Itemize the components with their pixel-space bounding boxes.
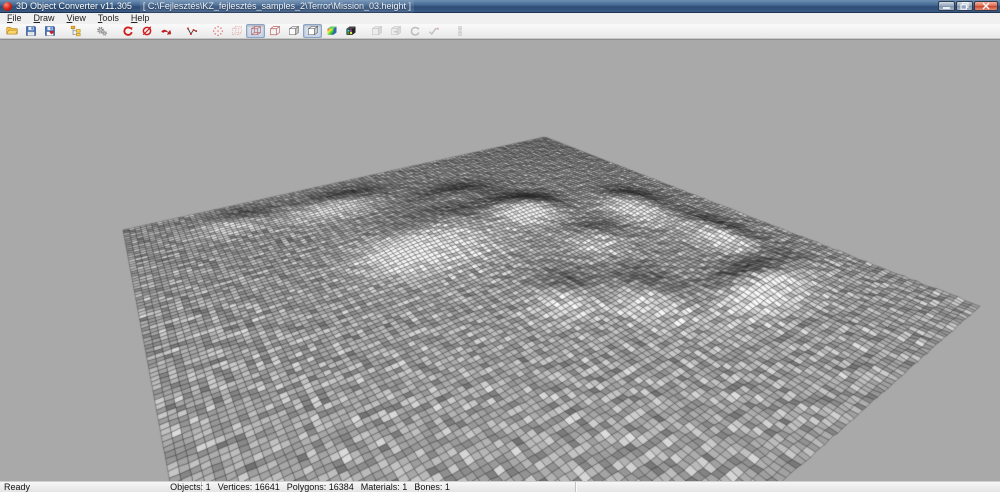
- disabled-check-icon: [428, 27, 439, 36]
- disabled-cube-icon: [371, 25, 382, 36]
- window-controls: [938, 1, 998, 11]
- vertex-edit-button[interactable]: [182, 24, 201, 38]
- open-folder-icon: [5, 26, 18, 35]
- hidden-line-display-button[interactable]: [265, 24, 284, 38]
- menu-bar: File Draw View Tools Help: [0, 13, 1000, 24]
- gear-icon: [96, 26, 107, 36]
- save-as-button[interactable]: [40, 24, 59, 38]
- restore-button[interactable]: [956, 1, 973, 11]
- refresh-tool-button: [405, 24, 424, 38]
- disabled-cube-arrow-icon: [390, 25, 401, 36]
- solid-smooth-display-button[interactable]: [303, 24, 322, 38]
- point-cloud-icon: [212, 26, 223, 36]
- material-display-button[interactable]: [322, 24, 341, 38]
- solid-flat-display-button[interactable]: [284, 24, 303, 38]
- viewport-canvas[interactable]: [0, 40, 1000, 481]
- object-tree-icon: [70, 25, 80, 37]
- verify-tool-button: [424, 24, 443, 38]
- status-bar: Ready Objects: 1 Vertices: 16641 Polygon…: [0, 481, 1000, 492]
- rotate-object-button[interactable]: [137, 24, 156, 38]
- vertex-polyline-icon: [186, 27, 197, 35]
- status-empty-panel: [576, 482, 1000, 492]
- dotted-cube-icon: [231, 26, 242, 36]
- close-button[interactable]: [974, 1, 998, 11]
- material-cube-icon: [327, 26, 336, 35]
- save-file-button[interactable]: [21, 24, 40, 38]
- minimize-button[interactable]: [938, 1, 955, 11]
- wireframe-display-button[interactable]: [246, 24, 265, 38]
- smooth-cube-icon: [307, 25, 318, 36]
- rotate-left-button[interactable]: [118, 24, 137, 38]
- bone-tool-button: [450, 24, 469, 38]
- open-file-button[interactable]: [2, 24, 21, 38]
- transform-button[interactable]: [156, 24, 175, 38]
- rotate-left-icon: [122, 26, 133, 36]
- disabled-bone-icon: [457, 26, 462, 36]
- object-list-button[interactable]: [66, 24, 85, 38]
- viewport-3d[interactable]: [0, 39, 1000, 481]
- rotate-circle-icon: [142, 26, 151, 36]
- texture-cube-icon: [346, 26, 355, 35]
- disabled-refresh-icon: [410, 26, 419, 36]
- save-floppy-icon: [25, 26, 36, 36]
- menu-draw[interactable]: Draw: [28, 13, 61, 24]
- hidden-line-cube-icon: [269, 26, 280, 36]
- title-bar[interactable]: 3D Object Converter v11.305 [ C:\Fejlesz…: [0, 0, 1000, 13]
- solid-cube-icon: [288, 25, 299, 36]
- status-polygons: Polygons: 16384: [286, 482, 354, 492]
- menu-file[interactable]: File: [1, 13, 28, 24]
- app-icon: [3, 1, 12, 11]
- document-path: [ C:\Fejlesztés\KZ_fejlesztés_samples_2\…: [139, 0, 415, 13]
- menu-help[interactable]: Help: [125, 13, 156, 24]
- dotted-wireframe-button[interactable]: [227, 24, 246, 38]
- app-title: 3D Object Converter v11.305: [16, 0, 132, 11]
- settings-button[interactable]: [92, 24, 111, 38]
- box-export-button: [386, 24, 405, 38]
- app-window: 3D Object Converter v11.305 [ C:\Fejlesz…: [0, 0, 1000, 492]
- status-mesh-stats: Objects: 1 Vertices: 16641 Polygons: 163…: [170, 482, 450, 492]
- status-objects: Objects: 1: [170, 482, 211, 492]
- toolbar: [0, 24, 1000, 39]
- menu-view[interactable]: View: [61, 13, 92, 24]
- point-display-button[interactable]: [208, 24, 227, 38]
- texture-display-button[interactable]: [341, 24, 360, 38]
- status-materials: Materials: 1: [360, 482, 408, 492]
- status-vertices: Vertices: 16641: [217, 482, 280, 492]
- status-empty-panel: [419, 482, 576, 492]
- wireframe-cube-icon: [250, 26, 261, 36]
- box-tool-button: [367, 24, 386, 38]
- red-arrow-icon: [160, 29, 171, 35]
- menu-tools[interactable]: Tools: [92, 13, 125, 24]
- save-as-floppy-icon: [44, 26, 55, 36]
